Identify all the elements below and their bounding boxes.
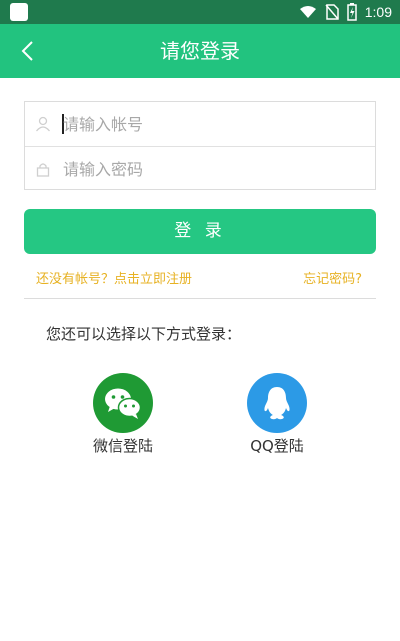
wechat-circle	[93, 373, 153, 433]
status-time: 1:09	[364, 4, 392, 20]
divider	[24, 298, 376, 299]
account-input[interactable]	[63, 108, 365, 140]
auxiliary-links: 还没有帐号？点击立即注册 忘记密码?	[36, 268, 364, 288]
forgot-password-link[interactable]: 忘记密码?	[303, 268, 362, 287]
wechat-icon	[105, 388, 142, 419]
status-bar: 1:09	[0, 0, 400, 24]
notification-icon	[10, 3, 28, 21]
chevron-left-icon	[21, 41, 33, 61]
alternative-login-hint: 您还可以选择以下方式登录：	[46, 325, 242, 343]
battery-charging-icon	[347, 3, 357, 21]
qq-circle	[247, 373, 307, 433]
page-title: 请您登录	[160, 39, 240, 63]
status-icons: 1:09	[299, 0, 392, 24]
login-button[interactable]: 登 录	[24, 209, 376, 254]
wechat-login-button[interactable]: 微信登陆	[73, 373, 173, 456]
user-icon	[35, 116, 51, 132]
back-button[interactable]	[10, 34, 44, 68]
wechat-login-label: 微信登陆	[92, 437, 153, 455]
qq-login-label: QQ登陆	[250, 437, 304, 455]
qq-login-button[interactable]: QQ登陆	[227, 373, 327, 456]
password-field	[25, 146, 375, 191]
password-input[interactable]	[63, 153, 365, 185]
account-field	[25, 102, 375, 146]
login-form	[24, 101, 376, 190]
register-link[interactable]: 还没有帐号？点击立即注册	[36, 268, 192, 287]
lock-icon	[36, 163, 50, 177]
qq-penguin-icon	[264, 387, 290, 420]
no-sim-icon	[325, 4, 339, 20]
wifi-icon	[299, 6, 316, 18]
app-bar: 请您登录	[0, 24, 400, 78]
